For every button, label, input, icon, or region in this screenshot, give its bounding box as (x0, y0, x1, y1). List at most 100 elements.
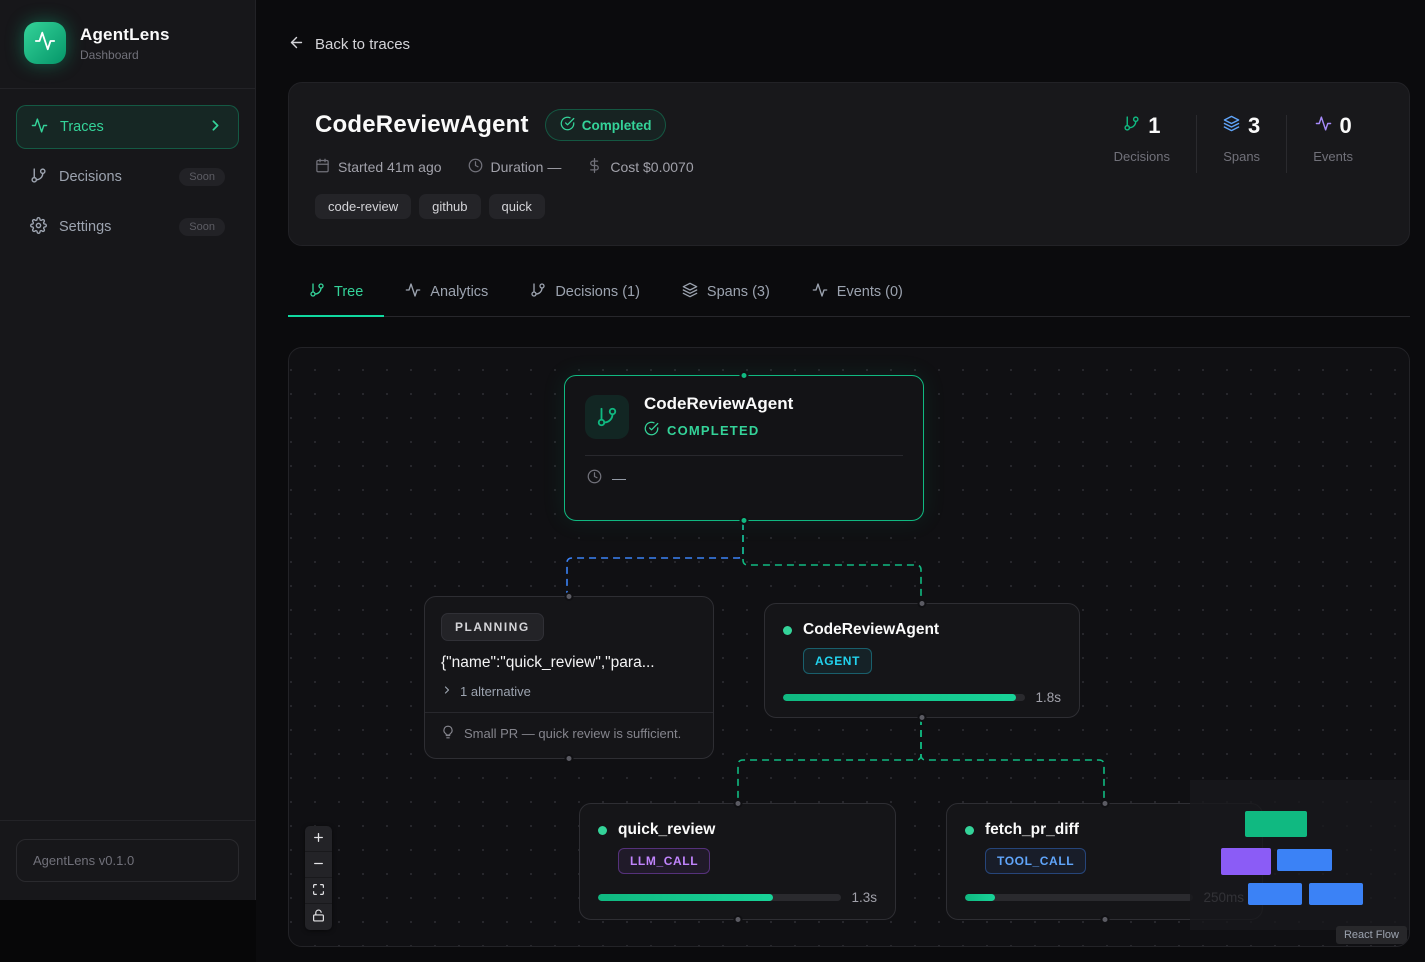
sidebar-item-label: Decisions (59, 169, 167, 185)
span-title: quick_review (618, 821, 715, 839)
fit-view-icon (312, 883, 325, 899)
sidebar-item-decisions[interactable]: Decisions Soon (16, 155, 239, 199)
decision-reason-text: Small PR — quick review is sufficient. (464, 726, 681, 741)
tab-spans[interactable]: Spans (3) (661, 272, 791, 317)
root-node-status: COMPLETED (667, 423, 759, 438)
gear-icon (30, 217, 47, 238)
span-type-badge: AGENT (803, 648, 872, 674)
span-title: fetch_pr_diff (985, 821, 1079, 839)
duration-bar (598, 894, 841, 901)
trace-stats: 1 Decisions 3 Spans 0 (1088, 109, 1379, 219)
sidebar-item-traces[interactable]: Traces (16, 105, 239, 149)
fit-view-button[interactable] (305, 878, 332, 904)
child-edge (738, 718, 921, 801)
zoom-in-button[interactable] (305, 826, 332, 852)
root-node-duration: — (612, 470, 626, 486)
status-dot (783, 626, 792, 635)
check-circle-icon (560, 116, 575, 134)
activity-icon (405, 282, 421, 302)
decision-reason: Small PR — quick review is sufficient. (441, 725, 697, 742)
duration-bar (965, 894, 1193, 901)
decision-node[interactable]: PLANNING {"name":"quick_review","para...… (424, 596, 714, 759)
layers-icon (682, 282, 698, 302)
chevron-right-icon (207, 117, 224, 138)
app-version: AgentLens v0.1.0 (16, 839, 239, 882)
sidebar-item-label: Settings (59, 219, 167, 235)
lock-button[interactable] (305, 904, 332, 930)
child-edge (921, 718, 1104, 801)
node-handle (565, 592, 574, 601)
stat-label: Events (1313, 149, 1353, 164)
app-logo (24, 22, 66, 64)
alternatives-label: 1 alternative (460, 684, 531, 699)
decision-type-badge: PLANNING (441, 613, 544, 641)
tab-events[interactable]: Events (0) (791, 272, 924, 317)
decision-edge (567, 523, 743, 594)
span-node-agent[interactable]: CodeReviewAgent AGENT 1.8s (764, 603, 1080, 718)
span-node-quick-review[interactable]: quick_review LLM_CALL 1.3s (579, 803, 896, 920)
back-label: Back to traces (315, 36, 410, 53)
sidebar-item-settings[interactable]: Settings Soon (16, 205, 239, 249)
tag: quick (489, 194, 545, 219)
back-to-traces-link[interactable]: Back to traces (288, 34, 1410, 55)
app-window: AgentLens Dashboard Traces Decisions Soo… (0, 0, 1425, 962)
clock-icon (587, 469, 602, 487)
minimap[interactable] (1190, 780, 1410, 930)
decision-chosen-value: {"name":"quick_review","para... (441, 654, 697, 672)
tag: github (419, 194, 480, 219)
chevron-right-icon (441, 684, 453, 699)
status-dot (598, 826, 607, 835)
stat-value: 0 (1340, 113, 1352, 139)
sidebar-nav: Traces Decisions Soon Settings Soon (0, 89, 255, 265)
activity-icon (31, 117, 48, 138)
started-label: Started 41m ago (338, 159, 442, 175)
calendar-icon (315, 158, 330, 176)
cost-label: Cost $0.0070 (610, 159, 693, 175)
trace-header-card: CodeReviewAgent Completed Started 41m ag… (288, 82, 1410, 246)
stat-spans: 3 Spans (1197, 113, 1286, 164)
span-title: CodeReviewAgent (803, 621, 939, 639)
tab-label: Decisions (1) (555, 284, 640, 300)
node-handle (918, 713, 927, 722)
main-content: Back to traces CodeReviewAgent Completed… (256, 0, 1425, 962)
minimap-node (1277, 849, 1332, 871)
trace-tree-canvas[interactable]: CodeReviewAgent COMPLETED — P (288, 347, 1410, 947)
trace-tabs: Tree Analytics Decisions (1) Spans (3) E… (288, 272, 1410, 317)
app-subtitle: Dashboard (80, 48, 170, 62)
stat-label: Decisions (1114, 149, 1170, 164)
lightbulb-icon (441, 725, 455, 742)
git-branch-icon (309, 282, 325, 302)
stat-label: Spans (1223, 149, 1260, 164)
tab-label: Spans (3) (707, 284, 770, 300)
stat-value: 1 (1148, 113, 1160, 139)
minus-icon (312, 857, 325, 873)
git-branch-icon (30, 167, 47, 188)
span-duration: 1.8s (1035, 690, 1061, 705)
tab-label: Analytics (430, 284, 488, 300)
git-branch-icon (1123, 115, 1140, 137)
plus-icon (312, 831, 325, 847)
tab-label: Events (0) (837, 284, 903, 300)
status-dot (965, 826, 974, 835)
node-handle (740, 371, 749, 380)
zoom-out-button[interactable] (305, 852, 332, 878)
trace-title: CodeReviewAgent (315, 111, 529, 139)
react-flow-attribution[interactable]: React Flow (1336, 926, 1407, 944)
tab-decisions[interactable]: Decisions (1) (509, 272, 661, 317)
activity-icon (1315, 115, 1332, 137)
unlock-icon (312, 909, 325, 925)
tab-label: Tree (334, 284, 363, 300)
tab-tree[interactable]: Tree (288, 272, 384, 317)
stat-decisions: 1 Decisions (1088, 113, 1196, 164)
child-edge (743, 523, 921, 601)
soon-badge: Soon (179, 218, 225, 236)
sidebar: AgentLens Dashboard Traces Decisions Soo… (0, 0, 256, 900)
alternatives-expander[interactable]: 1 alternative (441, 684, 697, 699)
arrow-left-icon (288, 34, 305, 55)
root-trace-node[interactable]: CodeReviewAgent COMPLETED — (564, 375, 924, 521)
tab-analytics[interactable]: Analytics (384, 272, 509, 317)
node-handle (740, 516, 749, 525)
minimap-node (1245, 811, 1307, 837)
node-handle (918, 599, 927, 608)
root-node-title: CodeReviewAgent (644, 394, 793, 414)
